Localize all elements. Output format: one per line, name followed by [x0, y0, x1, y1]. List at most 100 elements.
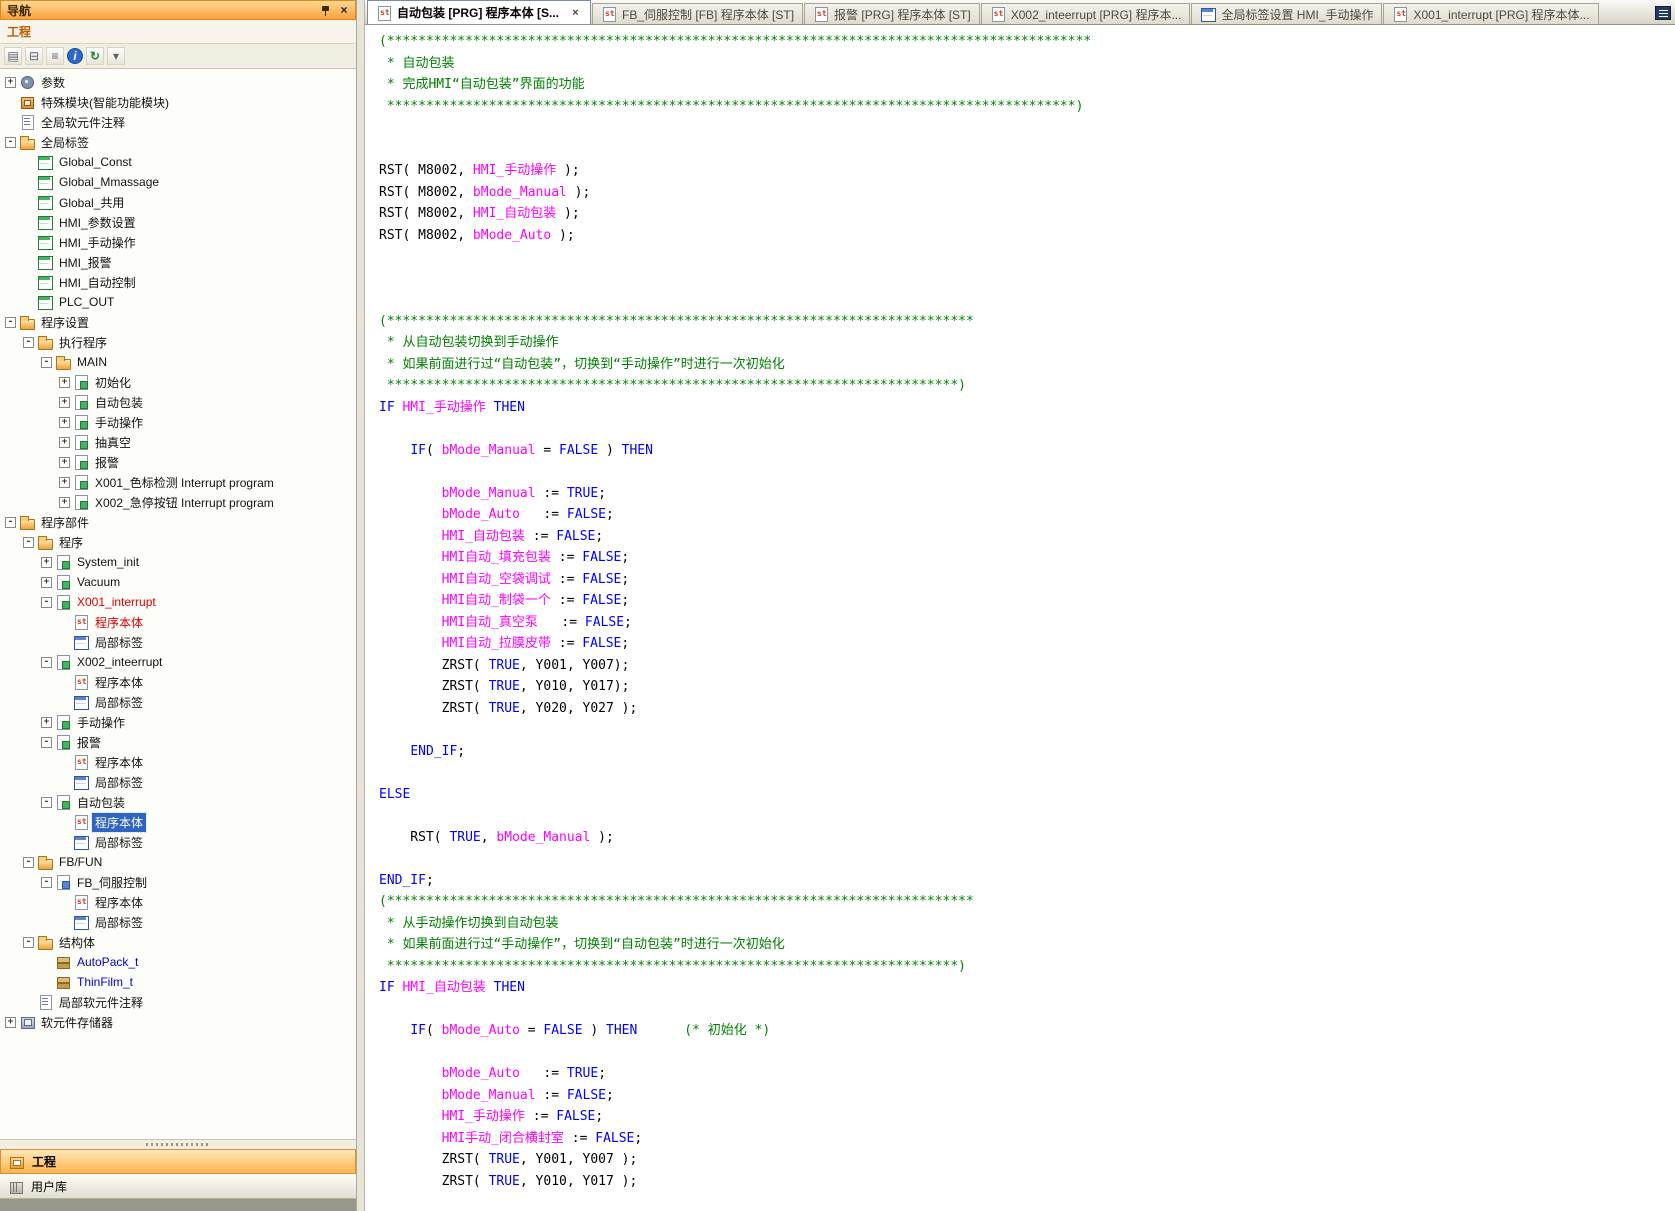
- tree-item[interactable]: -X001_interrupt: [0, 592, 356, 612]
- code-line[interactable]: HMI自动_真空泵 := FALSE;: [379, 612, 1675, 634]
- code-line[interactable]: END_IF;: [379, 741, 1675, 763]
- expand-icon[interactable]: +: [59, 377, 70, 388]
- tree-item[interactable]: -MAIN: [0, 352, 356, 372]
- code-line[interactable]: bMode_Auto := FALSE;: [379, 504, 1675, 526]
- tree-item[interactable]: HMI_手动操作: [0, 232, 356, 252]
- refresh-icon[interactable]: ↻: [86, 47, 104, 65]
- code-line[interactable]: [379, 805, 1675, 827]
- code-line[interactable]: [379, 246, 1675, 268]
- code-line[interactable]: bMode_Manual := FALSE;: [379, 1085, 1675, 1107]
- info-icon[interactable]: i: [67, 48, 83, 64]
- expand-icon[interactable]: +: [59, 437, 70, 448]
- code-line[interactable]: bMode_Auto := TRUE;: [379, 1063, 1675, 1085]
- expand-icon[interactable]: +: [59, 457, 70, 468]
- tree-item[interactable]: +手动操作: [0, 412, 356, 432]
- collapse-icon[interactable]: -: [5, 517, 16, 528]
- document-tab[interactable]: X002_inteerrupt [PRG] 程序本...: [981, 3, 1191, 24]
- tree-item[interactable]: +自动包装: [0, 392, 356, 412]
- code-line[interactable]: * 如果前面进行过“自动包装”，切换到“手动操作”时进行一次初始化: [379, 354, 1675, 376]
- code-line[interactable]: HMI自动_空袋调试 := FALSE;: [379, 569, 1675, 591]
- window-list-icon[interactable]: [1655, 6, 1671, 20]
- tree-item[interactable]: +X002_急停按钮 Interrupt program: [0, 492, 356, 512]
- collapse-icon[interactable]: -: [5, 317, 16, 328]
- collapse-icon[interactable]: -: [41, 597, 52, 608]
- tree-item[interactable]: AutoPack_t: [0, 952, 356, 972]
- tree-item[interactable]: +报警: [0, 452, 356, 472]
- tree-item[interactable]: 局部软元件注释: [0, 992, 356, 1012]
- tree-item[interactable]: Global_Mmassage: [0, 172, 356, 192]
- code-line[interactable]: [379, 762, 1675, 784]
- sort-icon[interactable]: ≡: [46, 47, 64, 65]
- expand-icon[interactable]: +: [41, 577, 52, 588]
- code-line[interactable]: IF HMI_手动操作 THEN: [379, 397, 1675, 419]
- tree-item[interactable]: HMI_报警: [0, 252, 356, 272]
- st-code-editor[interactable]: (***************************************…: [365, 25, 1675, 1211]
- code-line[interactable]: ZRST( TRUE, Y020, Y027 );: [379, 698, 1675, 720]
- tree-item[interactable]: 局部标签: [0, 912, 356, 932]
- pin-icon[interactable]: [320, 4, 332, 17]
- tree-item[interactable]: 局部标签: [0, 772, 356, 792]
- expand-icon[interactable]: +: [59, 417, 70, 428]
- tree-item[interactable]: +System_init: [0, 552, 356, 572]
- expand-icon[interactable]: +: [41, 557, 52, 568]
- tree-item[interactable]: +抽真空: [0, 432, 356, 452]
- code-line[interactable]: * 完成HMI“自动包装”界面的功能: [379, 74, 1675, 96]
- code-line[interactable]: * 自动包装: [379, 53, 1675, 75]
- code-line[interactable]: [379, 418, 1675, 440]
- collapse-icon[interactable]: -: [23, 857, 34, 868]
- collapse-icon[interactable]: -: [41, 877, 52, 888]
- tree-item[interactable]: ThinFilm_t: [0, 972, 356, 992]
- collapse-icon[interactable]: -: [41, 737, 52, 748]
- code-line[interactable]: RST( M8002, bMode_Auto );: [379, 225, 1675, 247]
- code-line[interactable]: RST( M8002, HMI_手动操作 );: [379, 160, 1675, 182]
- expand-icon[interactable]: +: [41, 717, 52, 728]
- collapse-icon[interactable]: -: [23, 537, 34, 548]
- tree-item[interactable]: -全局标签: [0, 132, 356, 152]
- document-tab[interactable]: 自动包装 [PRG] 程序本体 [S...×: [367, 0, 591, 24]
- collapse-icon[interactable]: -: [41, 657, 52, 668]
- document-tab[interactable]: FB_伺服控制 [FB] 程序本体 [ST]: [592, 3, 803, 24]
- code-line[interactable]: HMI自动_拉膜皮带 := FALSE;: [379, 633, 1675, 655]
- close-panel-icon[interactable]: ×: [337, 3, 351, 17]
- panel-splitter[interactable]: [357, 0, 365, 1211]
- expand-icon[interactable]: +: [59, 497, 70, 508]
- tree-item[interactable]: 全局软元件注释: [0, 112, 356, 132]
- code-line[interactable]: * 从手动操作切换到自动包装: [379, 913, 1675, 935]
- collapse-icon[interactable]: -: [5, 137, 16, 148]
- code-line[interactable]: IF( bMode_Manual = FALSE ) THEN: [379, 440, 1675, 462]
- tree-item[interactable]: HMI_参数设置: [0, 212, 356, 232]
- tree-item[interactable]: PLC_OUT: [0, 292, 356, 312]
- code-line[interactable]: * 从自动包装切换到手动操作: [379, 332, 1675, 354]
- collapse-icon[interactable]: -: [41, 357, 52, 368]
- code-line[interactable]: [379, 719, 1675, 741]
- code-line[interactable]: IF( bMode_Auto = FALSE ) THEN (* 初始化 *): [379, 1020, 1675, 1042]
- code-line[interactable]: * 如果前面进行过“手动操作”，切换到“自动包装”时进行一次初始化: [379, 934, 1675, 956]
- project-tree[interactable]: +参数特殊模块(智能功能模块)全局软元件注释-全局标签Global_ConstG…: [0, 69, 356, 1140]
- code-line[interactable]: [379, 117, 1675, 139]
- tree-item[interactable]: HMI_自动控制: [0, 272, 356, 292]
- tree-item[interactable]: -自动包装: [0, 792, 356, 812]
- code-line[interactable]: HMI自动_填充包装 := FALSE;: [379, 547, 1675, 569]
- code-line[interactable]: (***************************************…: [379, 891, 1675, 913]
- tree-item[interactable]: 局部标签: [0, 832, 356, 852]
- collapse-icon[interactable]: -: [41, 797, 52, 808]
- document-tab[interactable]: X001_interrupt [PRG] 程序本体...: [1383, 3, 1598, 24]
- code-line[interactable]: [379, 461, 1675, 483]
- code-line[interactable]: ****************************************…: [379, 375, 1675, 397]
- tree-item[interactable]: 局部标签: [0, 632, 356, 652]
- tree-item[interactable]: -报警: [0, 732, 356, 752]
- panel-grip[interactable]: [0, 1140, 356, 1149]
- tree-item[interactable]: Global_共用: [0, 192, 356, 212]
- user-library-view-button[interactable]: 用户库: [0, 1174, 356, 1199]
- tree-item[interactable]: 特殊模块(智能功能模块): [0, 92, 356, 112]
- code-line[interactable]: ZRST( TRUE, Y010, Y017);: [379, 676, 1675, 698]
- code-line[interactable]: bMode_Manual := TRUE;: [379, 483, 1675, 505]
- code-line[interactable]: (***************************************…: [379, 31, 1675, 53]
- code-line[interactable]: HMI自动_制袋一个 := FALSE;: [379, 590, 1675, 612]
- tree-item[interactable]: +X001_色标检测 Interrupt program: [0, 472, 356, 492]
- tree-item[interactable]: +软元件存储器: [0, 1012, 356, 1032]
- tree-item[interactable]: +参数: [0, 72, 356, 92]
- tree-item[interactable]: -X002_inteerrupt: [0, 652, 356, 672]
- filter-icon[interactable]: ▾: [107, 47, 125, 65]
- expand-icon[interactable]: +: [5, 1017, 16, 1028]
